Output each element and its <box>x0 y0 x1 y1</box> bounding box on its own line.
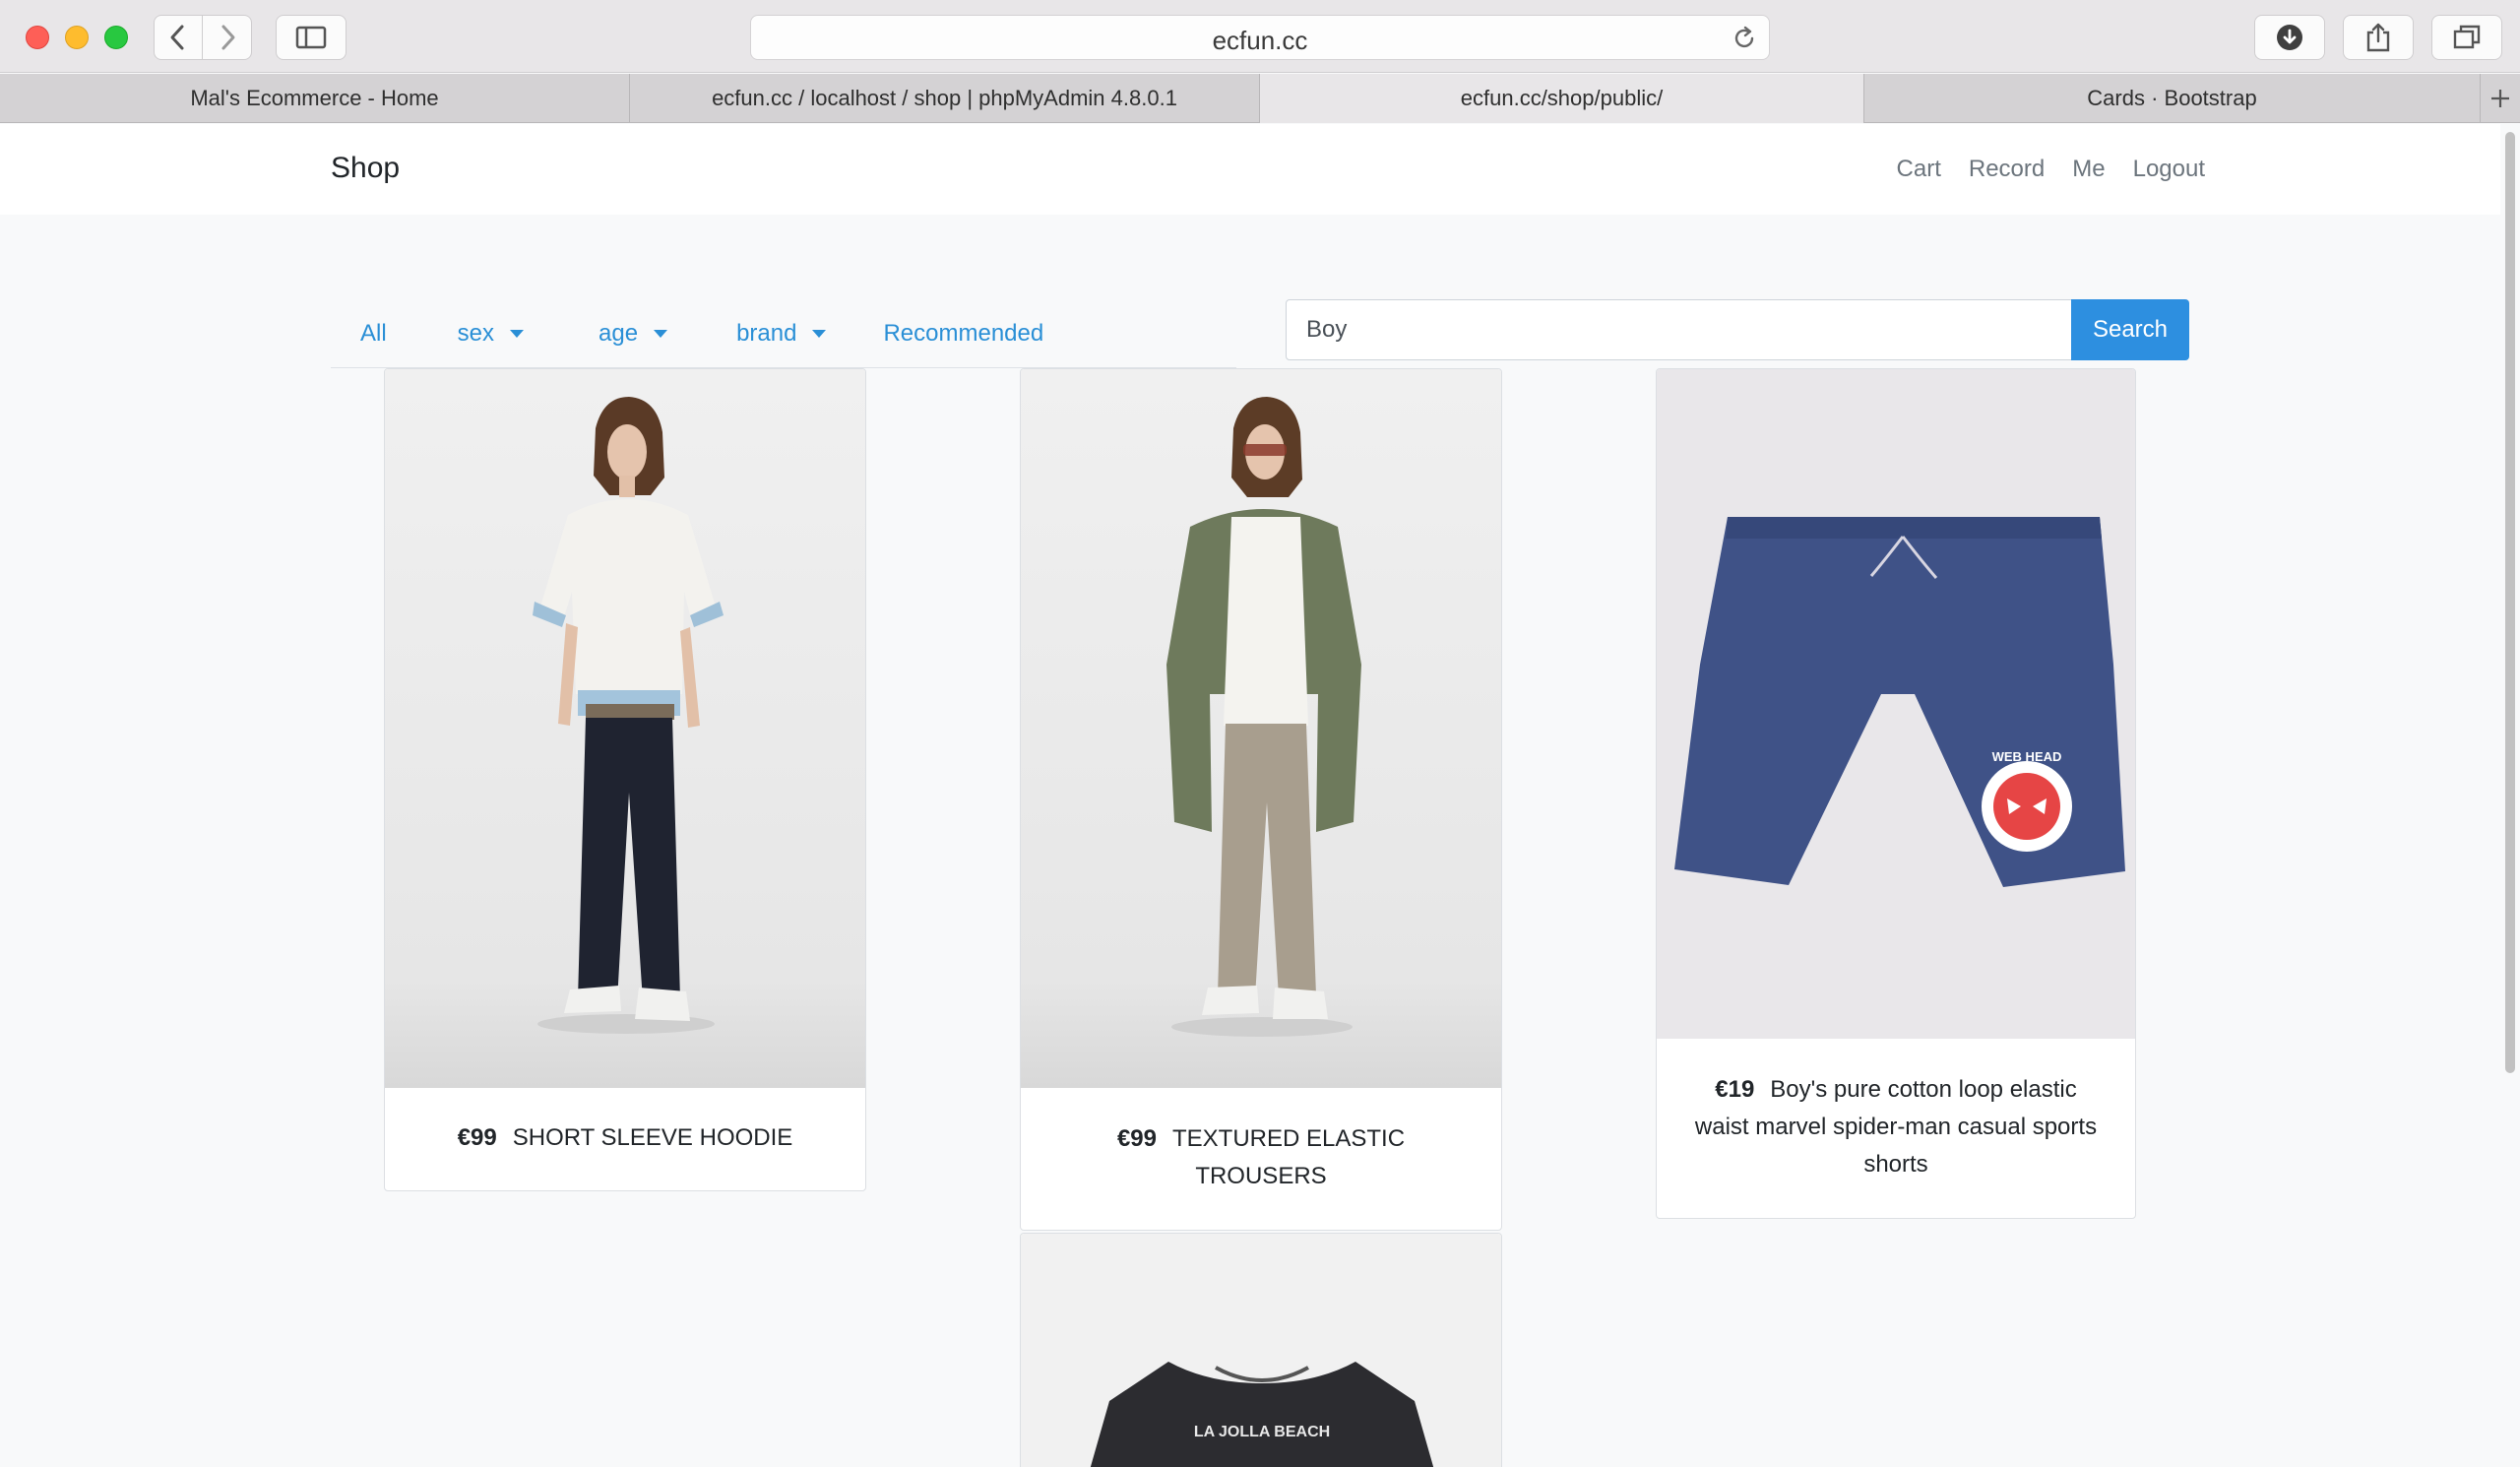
caret-down-icon <box>510 329 525 338</box>
tabs-overview-icon <box>2453 25 2481 49</box>
address-bar[interactable]: ecfun.cc <box>750 15 1770 60</box>
tab-cards-bootstrap[interactable]: Cards · Bootstrap <box>1864 74 2481 123</box>
trousers-model-illustration <box>1166 397 1361 1037</box>
filter-all[interactable]: All <box>360 320 387 348</box>
filter-brand-dropdown[interactable]: brand <box>736 319 827 348</box>
product-card[interactable]: WEB HEAD €19 Boy's pure cotton loop elast… <box>1656 368 2136 1219</box>
product-card-body: €99 SHORT SLEEVE HOODIE <box>385 1086 865 1190</box>
product-price: €99 <box>457 1124 497 1151</box>
filter-brand-label: brand <box>736 319 797 347</box>
plus-icon <box>2491 89 2509 107</box>
tab-shop-public[interactable]: ecfun.cc/shop/public/ <box>1260 74 1864 123</box>
tab-phpmyadmin[interactable]: ecfun.cc / localhost / shop | phpMyAdmin… <box>630 74 1260 123</box>
navbar-brand[interactable]: Shop <box>331 152 400 185</box>
search-input[interactable] <box>1286 299 2073 360</box>
tab-mals-ecommerce[interactable]: Mal's Ecommerce - Home <box>0 74 630 123</box>
share-button[interactable] <box>2343 15 2414 60</box>
filter-sex-label: sex <box>457 319 495 347</box>
product-price: €19 <box>1715 1076 1755 1103</box>
product-card[interactable]: LA JOLLA BEACH <box>1020 1233 1502 1467</box>
back-button[interactable] <box>154 15 203 60</box>
nav-logout-link[interactable]: Logout <box>2133 156 2205 183</box>
caret-down-icon <box>812 329 827 338</box>
chevron-left-icon <box>170 25 184 50</box>
filter-recommended-label: Recommended <box>883 319 1044 347</box>
nav-cart-link[interactable]: Cart <box>1897 156 1941 183</box>
navbar-links: Cart Record Me Logout <box>1897 156 2205 183</box>
tshirt-print-text: LA JOLLA BEACH <box>1194 1424 1330 1440</box>
product-card-body: €19 Boy's pure cotton loop elastic waist … <box>1657 1037 2135 1218</box>
forward-button[interactable] <box>203 15 252 60</box>
zoom-window-button[interactable] <box>104 26 128 49</box>
product-title: €19 Boy's pure cotton loop elastic waist … <box>1692 1071 2100 1183</box>
caret-down-icon <box>654 329 668 338</box>
product-name: SHORT SLEEVE HOODIE <box>512 1124 793 1151</box>
filter-tabs: All sex age brand Recommended <box>331 299 1236 368</box>
product-price: €99 <box>1116 1125 1157 1152</box>
filter-all-label: All <box>360 319 387 347</box>
nav-me-link[interactable]: Me <box>2072 156 2105 183</box>
shorts-illustration: WEB HEAD <box>1674 517 2125 887</box>
product-image-tshirt[interactable]: LA JOLLA BEACH <box>1021 1234 1501 1467</box>
product-name: TEXTURED ELASTIC TROUSERS <box>1172 1125 1406 1189</box>
filter-recommended[interactable]: Recommended <box>883 320 1043 348</box>
tshirt-illustration: LA JOLLA BEACH <box>1090 1362 1434 1467</box>
product-image-trousers[interactable] <box>1021 369 1501 1088</box>
show-all-tabs-button[interactable] <box>2431 15 2502 60</box>
minimize-window-button[interactable] <box>65 26 89 49</box>
product-name: Boy's pure cotton loop elastic waist mar… <box>1694 1076 2098 1178</box>
product-image-hoodie[interactable] <box>385 369 865 1088</box>
web-page: Shop Cart Record Me Logout All sex age b… <box>0 124 2500 1467</box>
filter-age-label: age <box>598 319 639 347</box>
site-navbar: Shop Cart Record Me Logout <box>0 124 2500 215</box>
tab-strip: Mal's Ecommerce - Home ecfun.cc / localh… <box>0 74 2520 123</box>
share-icon <box>2366 23 2390 52</box>
filter-age-dropdown[interactable]: age <box>598 319 668 348</box>
browser-titlebar: ecfun.cc <box>0 0 2520 73</box>
sidebar-icon <box>295 26 327 49</box>
product-title: €99 TEXTURED ELASTIC TROUSERS <box>1056 1120 1466 1195</box>
nav-record-link[interactable]: Record <box>1969 156 2045 183</box>
product-card[interactable]: €99 SHORT SLEEVE HOODIE <box>384 368 866 1191</box>
shorts-graphic-text: WEB HEAD <box>1992 749 2062 764</box>
product-title: €99 SHORT SLEEVE HOODIE <box>458 1119 793 1157</box>
product-card[interactable]: €99 TEXTURED ELASTIC TROUSERS <box>1020 368 1502 1231</box>
reload-icon[interactable] <box>1732 26 1757 51</box>
sidebar-toggle-button[interactable] <box>276 15 346 60</box>
search-button[interactable]: Search <box>2071 299 2189 360</box>
download-icon <box>2277 25 2302 50</box>
close-window-button[interactable] <box>26 26 49 49</box>
product-card-body: €99 TEXTURED ELASTIC TROUSERS <box>1021 1086 1501 1230</box>
new-tab-button[interactable] <box>2481 74 2520 122</box>
downloads-button[interactable] <box>2254 15 2325 60</box>
product-image-shorts[interactable]: WEB HEAD <box>1657 369 2135 1039</box>
chevron-right-icon <box>221 25 234 50</box>
scrollbar-thumb[interactable] <box>2505 132 2515 1073</box>
url-text: ecfun.cc <box>1212 26 1308 55</box>
filter-sex-dropdown[interactable]: sex <box>457 319 525 348</box>
hoodie-model-illustration <box>533 397 724 1034</box>
